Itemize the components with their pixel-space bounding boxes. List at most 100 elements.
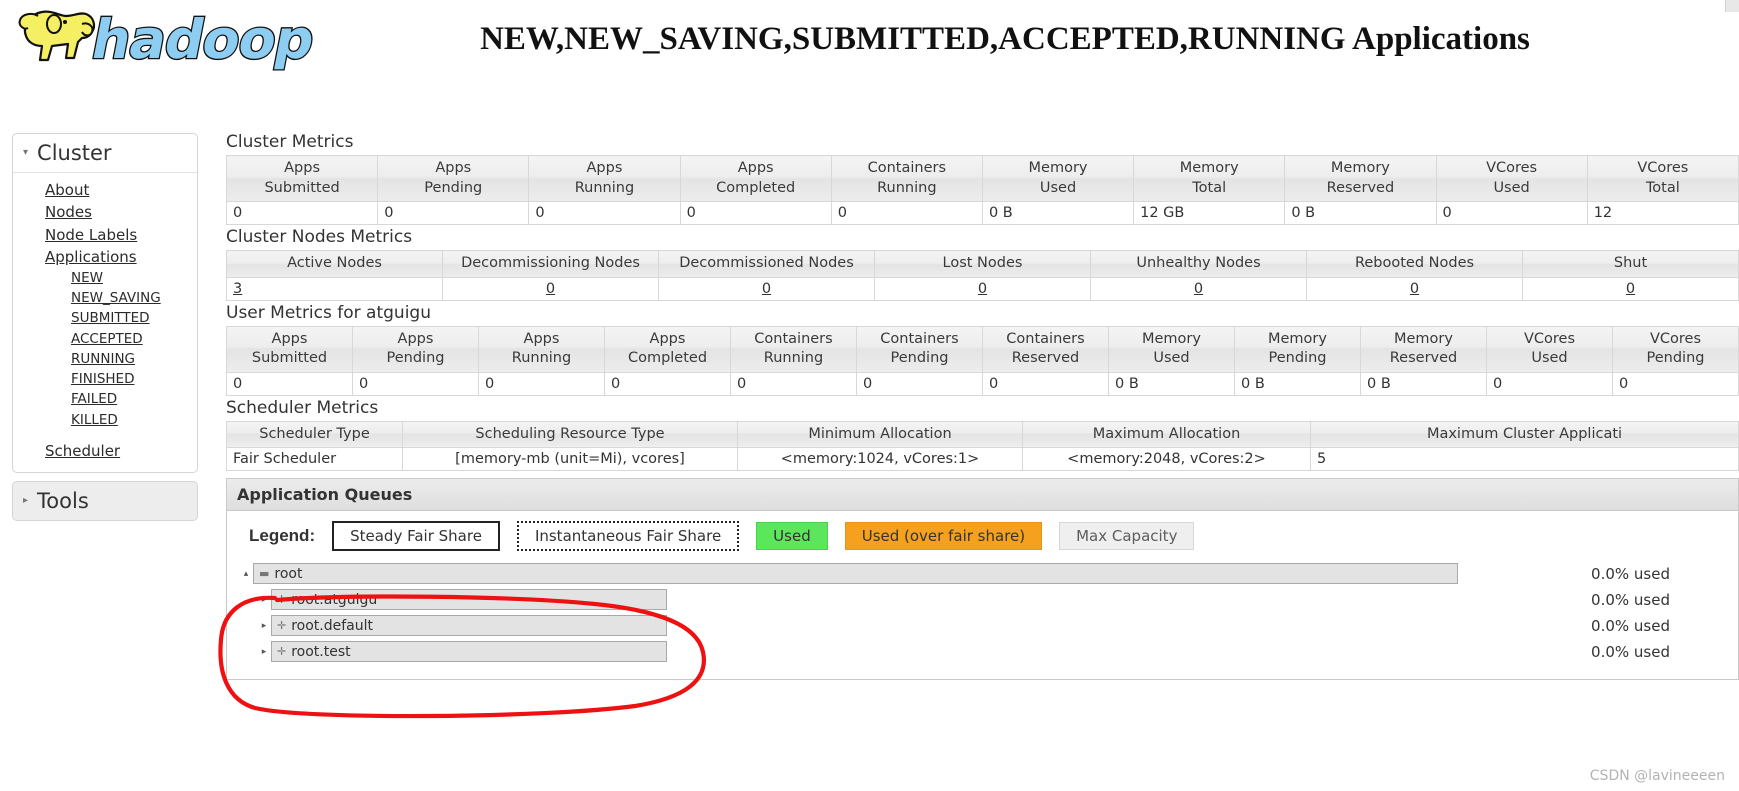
rebooted-nodes-link[interactable]: 0: [1410, 281, 1419, 297]
cell-rebooted-nodes[interactable]: 0: [1306, 276, 1523, 301]
col-scheduling-resource-type: Scheduling Resource Type: [402, 420, 738, 449]
queues-legend: Legend: Steady Fair Share Instantaneous …: [227, 511, 1738, 561]
unhealthy-nodes-link[interactable]: 0: [1194, 281, 1203, 297]
cluster-metrics-title: Cluster Metrics: [226, 132, 354, 152]
lost-nodes-link[interactable]: 0: [978, 281, 987, 297]
cell-shutdown-nodes[interactable]: 0: [1522, 276, 1739, 301]
col-lost-nodes: Lost Nodes: [874, 250, 1091, 278]
col-memory-used: Memory Used: [981, 154, 1135, 203]
sidebar-item-applications[interactable]: Applications: [13, 246, 197, 268]
expand-arrow-icon[interactable]: ▸: [257, 620, 271, 631]
shutdown-nodes-link[interactable]: 0: [1626, 281, 1635, 297]
sidebar-item-nodes[interactable]: Nodes: [13, 201, 197, 223]
hadoop-logo: hadoop: [8, 2, 358, 74]
cell-unhealthy-nodes[interactable]: 0: [1090, 276, 1307, 301]
application-queues-panel: Application Queues Legend: Steady Fair S…: [226, 478, 1739, 681]
sidebar-section-tools[interactable]: ▸ Tools: [12, 481, 198, 521]
page-header: hadoop NEW,NEW_SAVING,SUBMITTED,ACCEPTED…: [0, 0, 1739, 120]
queue-plus-icon: ✛: [277, 645, 287, 659]
sidebar-cluster-header[interactable]: ▾ Cluster: [13, 134, 197, 173]
legend-used-over-fair-share[interactable]: Used (over fair share): [844, 522, 1043, 551]
sidebar-cluster-label: Cluster: [37, 141, 112, 165]
sidebar-item-submitted[interactable]: SUBMITTED: [13, 308, 197, 328]
sidebar-tools-label: Tools: [37, 489, 89, 513]
col-maximum-allocation: Maximum Allocation: [1022, 420, 1311, 449]
col-user-containers-running: Containers Running: [730, 325, 857, 373]
table-row: Fair Scheduler [memory-mb (unit=Mi), vco…: [226, 447, 1739, 472]
col-decommissioned-nodes: Decommissioned Nodes: [658, 250, 875, 278]
cell-user-apps-completed: 0: [604, 371, 731, 396]
col-unhealthy-nodes: Unhealthy Nodes: [1090, 250, 1307, 278]
queue-bar-root[interactable]: ▬ root: [253, 563, 1458, 585]
col-containers-running: Containers Running: [830, 154, 983, 203]
col-memory-reserved: Memory Reserved: [1284, 154, 1437, 203]
col-vcores-used: VCores Used: [1435, 154, 1588, 203]
cell-memory-total: 12 GB: [1133, 201, 1286, 226]
queue-row-root-test[interactable]: ▸ ✛ root.test 0.0% used: [227, 639, 1738, 664]
col-vcores-total: VCores Total: [1586, 154, 1739, 203]
cell-user-apps-pending: 0: [352, 371, 479, 396]
queue-row-root[interactable]: ▴ ▬ root 0.0% used: [227, 561, 1738, 586]
sidebar-item-accepted[interactable]: ACCEPTED: [13, 329, 197, 349]
col-active-nodes: Active Nodes: [226, 250, 443, 278]
table-header-row: Scheduler Type Scheduling Resource Type …: [226, 420, 1739, 449]
cell-apps-pending: 0: [377, 201, 530, 226]
sidebar-item-running[interactable]: RUNNING: [13, 349, 197, 369]
cluster-nodes-metrics-title: Cluster Nodes Metrics: [226, 227, 413, 248]
cell-decommissioning-nodes[interactable]: 0: [442, 276, 659, 301]
col-user-containers-pending: Containers Pending: [856, 325, 983, 373]
sidebar-tools-header[interactable]: ▸ Tools: [13, 482, 197, 520]
cell-scheduling-resource-type: [memory-mb (unit=Mi), vcores]: [402, 447, 738, 472]
cell-user-memory-used: 0 B: [1108, 371, 1235, 396]
sidebar-item-node-labels[interactable]: Node Labels: [13, 224, 197, 246]
queue-bar-root-atguigu[interactable]: ✛ root.atguigu: [271, 589, 667, 611]
col-apps-running: Apps Running: [528, 154, 681, 203]
queue-plus-icon: ✛: [277, 619, 287, 633]
cell-memory-used: 0 B: [981, 201, 1135, 226]
legend-steady-fair-share[interactable]: Steady Fair Share: [332, 521, 500, 552]
cell-active-nodes[interactable]: 3: [226, 276, 443, 301]
queue-tree: ▴ ▬ root 0.0% used ▸ ✛ root.atguigu 0.0%…: [227, 561, 1738, 679]
legend-max-capacity[interactable]: Max Capacity: [1059, 522, 1195, 551]
sidebar-item-scheduler[interactable]: Scheduler: [13, 440, 197, 462]
table-header-row: Active Nodes Decommissioning Nodes Decom…: [226, 250, 1739, 278]
sidebar-item-finished[interactable]: FINISHED: [13, 369, 197, 389]
expand-arrow-icon[interactable]: ▸: [257, 594, 271, 605]
sidebar-item-about[interactable]: About: [13, 179, 197, 201]
collapse-arrow-icon[interactable]: ▴: [239, 568, 253, 579]
queue-bar-root-default[interactable]: ✛ root.default: [271, 615, 667, 637]
active-nodes-link[interactable]: 3: [233, 281, 242, 297]
table-row: 0 0 0 0 0 0 0 0 B 0 B 0 B 0 0: [226, 371, 1739, 396]
expand-arrow-icon[interactable]: ▸: [257, 646, 271, 657]
cell-apps-running: 0: [528, 201, 681, 226]
cell-lost-nodes[interactable]: 0: [874, 276, 1091, 301]
queue-name-root: root: [274, 565, 303, 582]
col-decommissioning-nodes: Decommissioning Nodes: [442, 250, 659, 278]
table-header-row: Apps Submitted Apps Pending Apps Running…: [226, 325, 1739, 373]
col-user-memory-reserved: Memory Reserved: [1360, 325, 1487, 373]
cell-decommissioned-nodes[interactable]: 0: [658, 276, 875, 301]
chevron-down-icon: ▾: [23, 147, 29, 158]
legend-used[interactable]: Used: [756, 522, 828, 551]
queue-bar-root-test[interactable]: ✛ root.test: [271, 641, 667, 663]
sidebar-item-new-saving[interactable]: NEW_SAVING: [13, 288, 197, 308]
chevron-right-icon: ▸: [23, 495, 29, 506]
queue-row-root-atguigu[interactable]: ▸ ✛ root.atguigu 0.0% used: [227, 587, 1738, 612]
queue-row-root-default[interactable]: ▸ ✛ root.default 0.0% used: [227, 613, 1738, 638]
svg-text:hadoop: hadoop: [87, 7, 320, 70]
sidebar-item-killed[interactable]: KILLED: [13, 410, 197, 430]
col-memory-total: Memory Total: [1133, 154, 1286, 203]
col-rebooted-nodes: Rebooted Nodes: [1306, 250, 1523, 278]
sidebar-item-failed[interactable]: FAILED: [13, 389, 197, 409]
scheduler-metrics-table: Scheduler Type Scheduling Resource Type …: [226, 420, 1739, 472]
sidebar-item-new[interactable]: NEW: [13, 268, 197, 288]
sidebar: ▾ Cluster About Nodes Node Labels Applic…: [12, 133, 198, 529]
col-apps-completed: Apps Completed: [679, 154, 832, 203]
decommissioning-nodes-link[interactable]: 0: [546, 281, 555, 297]
cell-vcores-used: 0: [1435, 201, 1588, 226]
legend-instantaneous-fair-share[interactable]: Instantaneous Fair Share: [516, 521, 740, 552]
col-user-vcores-pending: VCores Pending: [1612, 325, 1739, 373]
window-scrollbar[interactable]: [1725, 0, 1739, 12]
application-queues-title: Application Queues: [227, 479, 1738, 512]
decommissioned-nodes-link[interactable]: 0: [762, 281, 771, 297]
